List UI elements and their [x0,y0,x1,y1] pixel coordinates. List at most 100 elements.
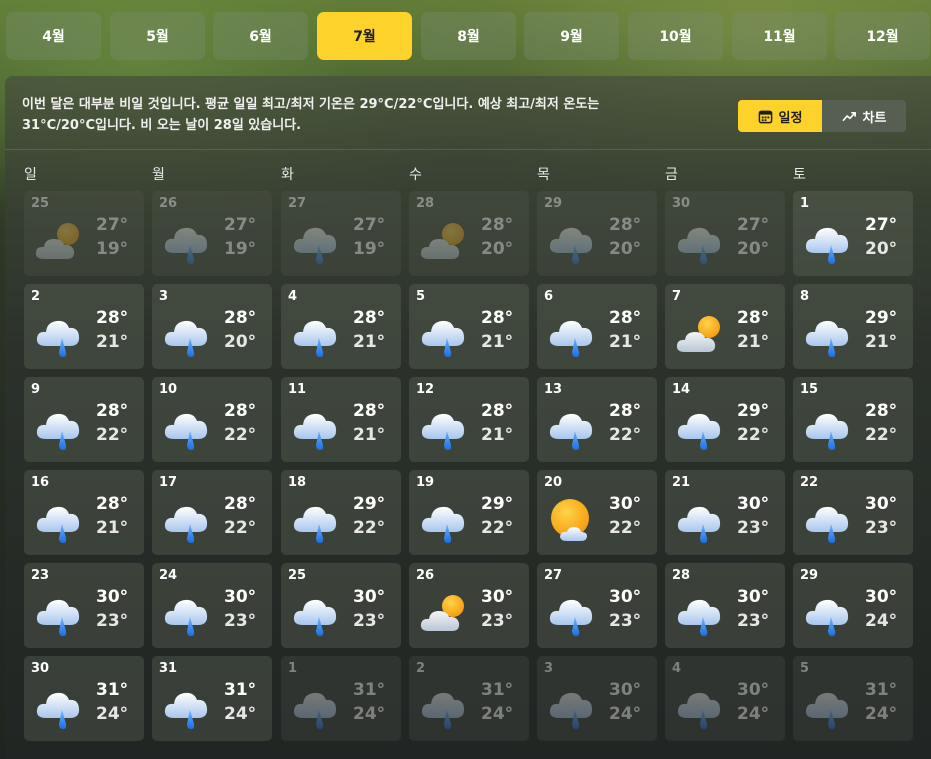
high-temp: 27° [865,215,898,235]
low-temp: 21° [609,332,642,352]
day-cell[interactable]: 4 28° 21° [281,284,401,369]
low-temp: 21° [96,332,129,352]
month-tab[interactable]: 6월 [213,12,308,60]
day-date: 5 [800,661,810,676]
high-temp: 30° [481,587,514,607]
day-cell[interactable]: 31 31° 24° [152,656,272,741]
high-temp: 27° [353,215,386,235]
day-cell[interactable]: 19 29° 22° [409,470,529,555]
day-cell[interactable]: 5 31° 24° [793,656,913,741]
day-cell[interactable]: 2 31° 24° [409,656,529,741]
day-cell[interactable]: 3 30° 24° [537,656,657,741]
high-temp: 30° [865,587,898,607]
rain-icon [293,227,337,264]
high-temp: 29° [865,308,898,328]
day-cell[interactable]: 23 30° 23° [24,563,144,648]
month-tab[interactable]: 7월 [317,12,412,60]
high-temp: 29° [481,494,514,514]
low-temp: 23° [224,611,257,631]
weekday-header: 일 [24,167,37,183]
day-cell[interactable]: 24 30° 23° [152,563,272,648]
day-cell[interactable]: 12 28° 21° [409,377,529,462]
day-cell[interactable]: 2 28° 21° [24,284,144,369]
rain-icon [164,599,208,636]
day-cell[interactable]: 8 29° 21° [793,284,913,369]
day-cell[interactable]: 5 28° 21° [409,284,529,369]
low-temp: 19° [353,239,386,259]
rain-icon [164,227,208,264]
day-cell[interactable]: 27 30° 23° [537,563,657,648]
high-temp: 28° [353,401,386,421]
rain-icon [549,599,593,636]
mostly-sunny-icon [551,499,589,541]
rain-icon [293,320,337,357]
day-date: 28 [416,196,435,211]
day-cell[interactable]: 25 27° 19° [24,191,144,276]
day-cell[interactable]: 26 27° 19° [152,191,272,276]
low-temp: 23° [737,611,770,631]
day-cell[interactable]: 25 30° 23° [281,563,401,648]
day-cell[interactable]: 16 28° 21° [24,470,144,555]
rain-icon [293,599,337,636]
rain-icon [421,320,465,357]
low-temp: 24° [865,704,898,724]
weekday-header: 화 [281,167,294,183]
day-cell[interactable]: 10 28° 22° [152,377,272,462]
high-temp: 29° [737,401,770,421]
low-temp: 24° [737,704,770,724]
month-tab[interactable]: 5월 [110,12,205,60]
day-date: 31 [159,661,178,676]
month-tab[interactable]: 8월 [421,12,516,60]
day-cell[interactable]: 21 30° 23° [665,470,785,555]
day-cell[interactable]: 27 27° 19° [281,191,401,276]
chart-view-button[interactable]: 차트 [822,100,906,132]
day-date: 27 [544,568,563,583]
day-cell[interactable]: 9 28° 22° [24,377,144,462]
rain-icon [421,692,465,729]
high-temp: 28° [224,494,257,514]
month-tab[interactable]: 12월 [835,12,930,60]
partly-cloudy-icon [35,223,79,259]
day-cell[interactable]: 4 30° 24° [665,656,785,741]
day-date: 2 [31,289,41,304]
month-tab[interactable]: 9월 [524,12,619,60]
rain-icon [677,413,721,450]
rain-icon [805,506,849,543]
day-cell[interactable]: 30 31° 24° [24,656,144,741]
month-tab[interactable]: 10월 [628,12,723,60]
day-cell[interactable]: 17 28° 22° [152,470,272,555]
high-temp: 28° [865,401,898,421]
day-cell[interactable]: 28 28° 20° [409,191,529,276]
day-cell[interactable]: 15 28° 22° [793,377,913,462]
day-date: 28 [672,568,691,583]
day-cell[interactable]: 1 27° 20° [793,191,913,276]
day-date: 7 [672,289,682,304]
day-cell[interactable]: 3 28° 20° [152,284,272,369]
day-cell[interactable]: 1 31° 24° [281,656,401,741]
day-date: 12 [416,382,435,397]
day-cell[interactable]: 29 28° 20° [537,191,657,276]
high-temp: 31° [481,680,514,700]
day-cell[interactable]: 28 30° 23° [665,563,785,648]
low-temp: 22° [865,425,898,445]
high-temp: 30° [96,587,129,607]
rain-icon [36,413,80,450]
low-temp: 19° [224,239,257,259]
calendar-view-button[interactable]: 일정 [738,100,822,132]
day-cell[interactable]: 18 29° 22° [281,470,401,555]
day-cell[interactable]: 11 28° 21° [281,377,401,462]
day-cell[interactable]: 30 27° 20° [665,191,785,276]
day-date: 19 [416,475,435,490]
month-tab[interactable]: 4월 [6,12,101,60]
day-cell[interactable]: 14 29° 22° [665,377,785,462]
day-cell[interactable]: 6 28° 21° [537,284,657,369]
high-temp: 28° [481,401,514,421]
day-cell[interactable]: 7 28° 21° [665,284,785,369]
day-cell[interactable]: 20 30° 22° [537,470,657,555]
month-tab[interactable]: 11월 [732,12,827,60]
rain-icon [677,692,721,729]
day-cell[interactable]: 13 28° 22° [537,377,657,462]
day-cell[interactable]: 26 30° 23° [409,563,529,648]
day-cell[interactable]: 29 30° 24° [793,563,913,648]
day-cell[interactable]: 22 30° 23° [793,470,913,555]
